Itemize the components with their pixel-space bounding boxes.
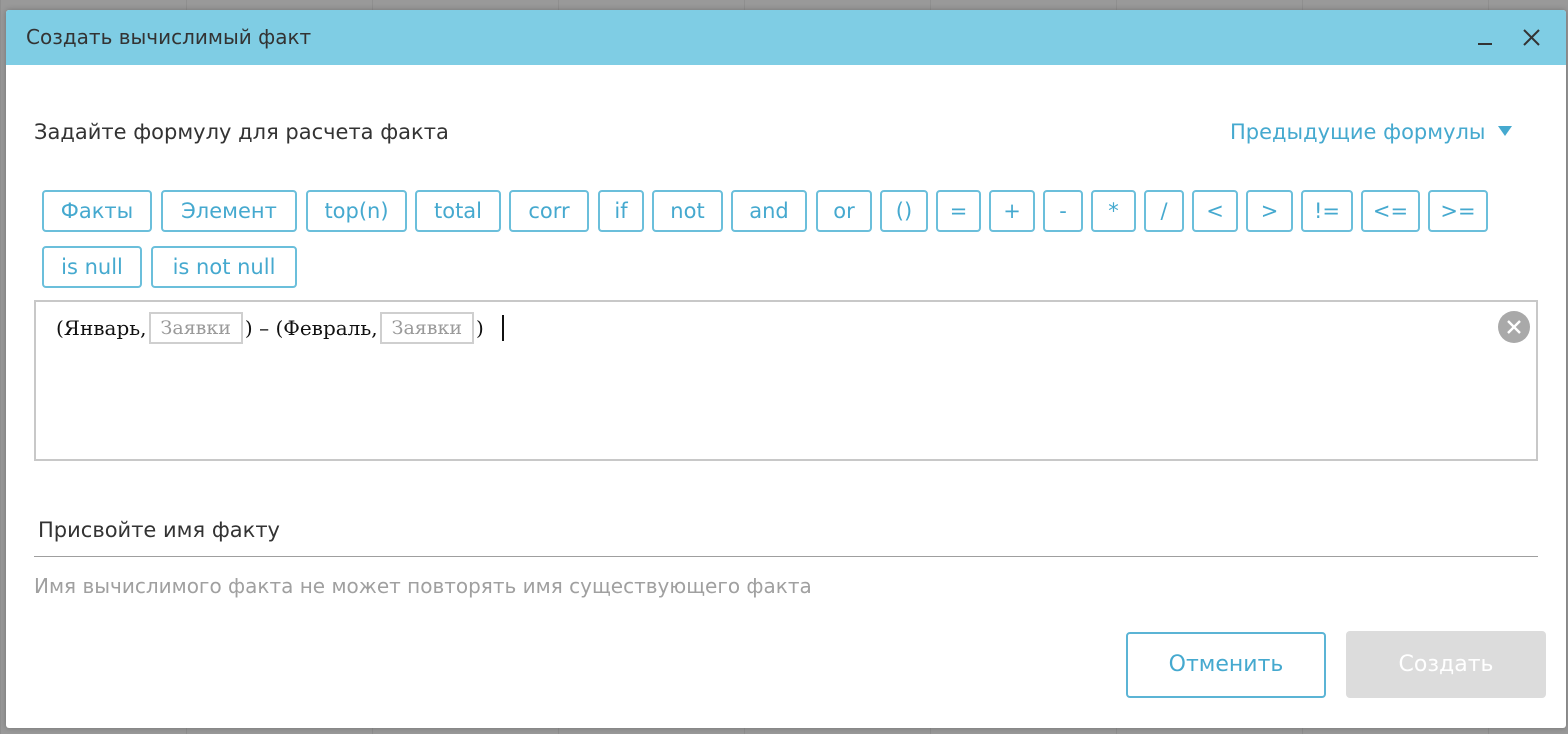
dialog-title: Создать вычислимый факт (26, 25, 312, 49)
operator-button-corr[interactable]: corr (509, 190, 589, 232)
minimize-button[interactable] (1472, 23, 1502, 53)
formula-token-close: ) (476, 316, 484, 340)
clear-formula-button[interactable] (1498, 311, 1530, 343)
operator-button-if[interactable]: if (598, 190, 644, 232)
operator-button-parentheses[interactable]: () (880, 190, 928, 232)
dialog-titlebar: Создать вычислимый факт (6, 10, 1566, 65)
operator-button-equals[interactable]: = (936, 190, 981, 232)
fact-name-underline (34, 556, 1538, 557)
formula-token-minus-february: ) – (Февраль, (244, 316, 378, 340)
previous-formulas-label: Предыдущие формулы (1230, 120, 1486, 144)
fact-name-input[interactable]: Присвойте имя факту (38, 518, 280, 542)
operator-button-less-or-equal[interactable]: <= (1361, 190, 1420, 232)
operator-button-element[interactable]: Элемент (161, 190, 297, 232)
close-button[interactable] (1516, 23, 1546, 53)
operator-button-greater-or-equal[interactable]: >= (1428, 190, 1488, 232)
formula-fact-chip[interactable]: Заявки (148, 312, 243, 344)
operator-button-divide[interactable]: / (1144, 190, 1184, 232)
formula-editor[interactable]: (Январь, Заявки ) – (Февраль, Заявки ) (34, 300, 1538, 461)
formula-token-january: (Январь, (56, 316, 147, 340)
formula-fact-chip[interactable]: Заявки (379, 312, 475, 344)
operator-button-multiply[interactable]: * (1091, 190, 1136, 232)
operator-button-not-equal[interactable]: != (1301, 190, 1353, 232)
operator-button-top-n[interactable]: top(n) (306, 190, 407, 232)
operator-button-or[interactable]: or (816, 190, 872, 232)
operator-button-greater-than[interactable]: > (1246, 190, 1293, 232)
create-button[interactable]: Создать (1346, 631, 1546, 698)
operator-button-total[interactable]: total (415, 190, 501, 232)
fact-name-hint: Имя вычислимого факта не может повторять… (34, 574, 812, 598)
clear-circle-icon (1507, 320, 1521, 334)
operator-button-minus[interactable]: - (1043, 190, 1083, 232)
cancel-button[interactable]: Отменить (1126, 632, 1326, 698)
operator-button-plus[interactable]: + (989, 190, 1035, 232)
text-caret (501, 315, 504, 341)
close-icon (1523, 29, 1540, 46)
operator-button-less-than[interactable]: < (1192, 190, 1238, 232)
operator-button-is-null[interactable]: is null (42, 246, 142, 288)
formula-expression: (Январь, Заявки ) – (Февраль, Заявки ) (56, 312, 504, 344)
previous-formulas-dropdown[interactable]: Предыдущие формулы (1230, 120, 1512, 144)
operator-button-is-not-null[interactable]: is not null (151, 246, 297, 288)
create-computed-fact-dialog: Создать вычислимый факт Задайте формулу … (6, 10, 1566, 728)
operator-button-facts[interactable]: Факты (42, 190, 152, 232)
operator-button-not[interactable]: not (652, 190, 723, 232)
minimize-icon (1478, 43, 1492, 45)
caret-down-icon (1497, 126, 1512, 136)
formula-prompt: Задайте формулу для расчета факта (34, 120, 449, 144)
operator-button-and[interactable]: and (731, 190, 807, 232)
